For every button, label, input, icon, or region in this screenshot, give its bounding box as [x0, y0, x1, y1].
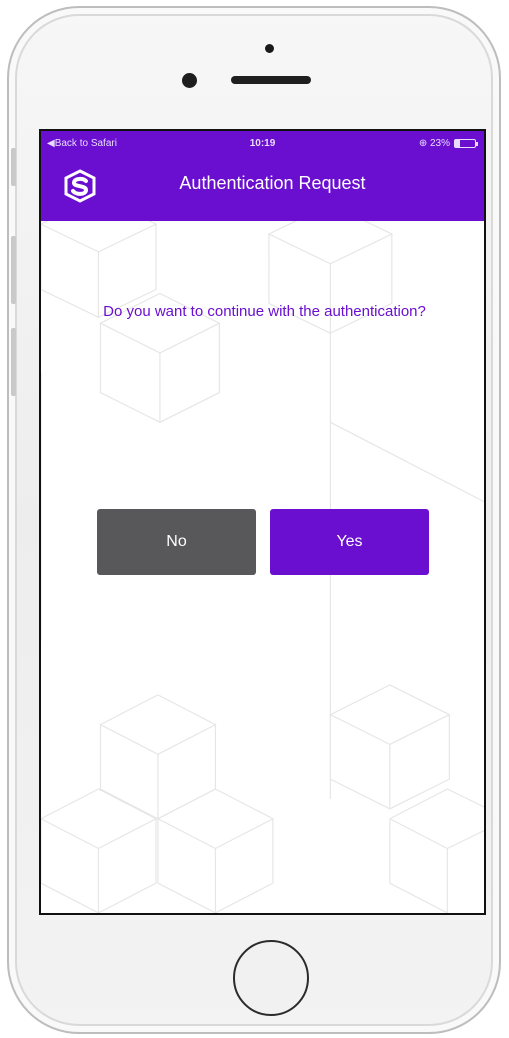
status-bar: ◀Back to Safari 10:19 ⊕ 23%: [41, 131, 484, 157]
home-button[interactable]: [233, 940, 309, 1016]
status-right: ⊕ 23%: [418, 138, 478, 149]
battery-icon: [454, 139, 478, 148]
volume-down-button: [11, 328, 16, 396]
battery-level: [455, 140, 460, 147]
phone-screen: ◀Back to Safari 10:19 ⊕ 23% Authenticati…: [39, 129, 486, 915]
status-time: 10:19: [249, 138, 276, 149]
proximity-sensor: [265, 44, 274, 53]
shield-s-logo-icon: [64, 169, 96, 203]
front-camera: [182, 73, 197, 88]
yes-button[interactable]: Yes: [270, 509, 429, 575]
confirmation-question: Do you want to continue with the authent…: [103, 303, 426, 320]
no-button[interactable]: No: [97, 509, 256, 575]
battery-text: ⊕ 23%: [418, 138, 450, 149]
earpiece-speaker: [231, 76, 311, 84]
mute-switch: [11, 148, 16, 186]
content-area: Do you want to continue with the authent…: [41, 221, 484, 913]
volume-up-button: [11, 236, 16, 304]
nav-bar: Authentication Request: [41, 157, 484, 221]
page-title: Authentication Request: [179, 172, 366, 193]
